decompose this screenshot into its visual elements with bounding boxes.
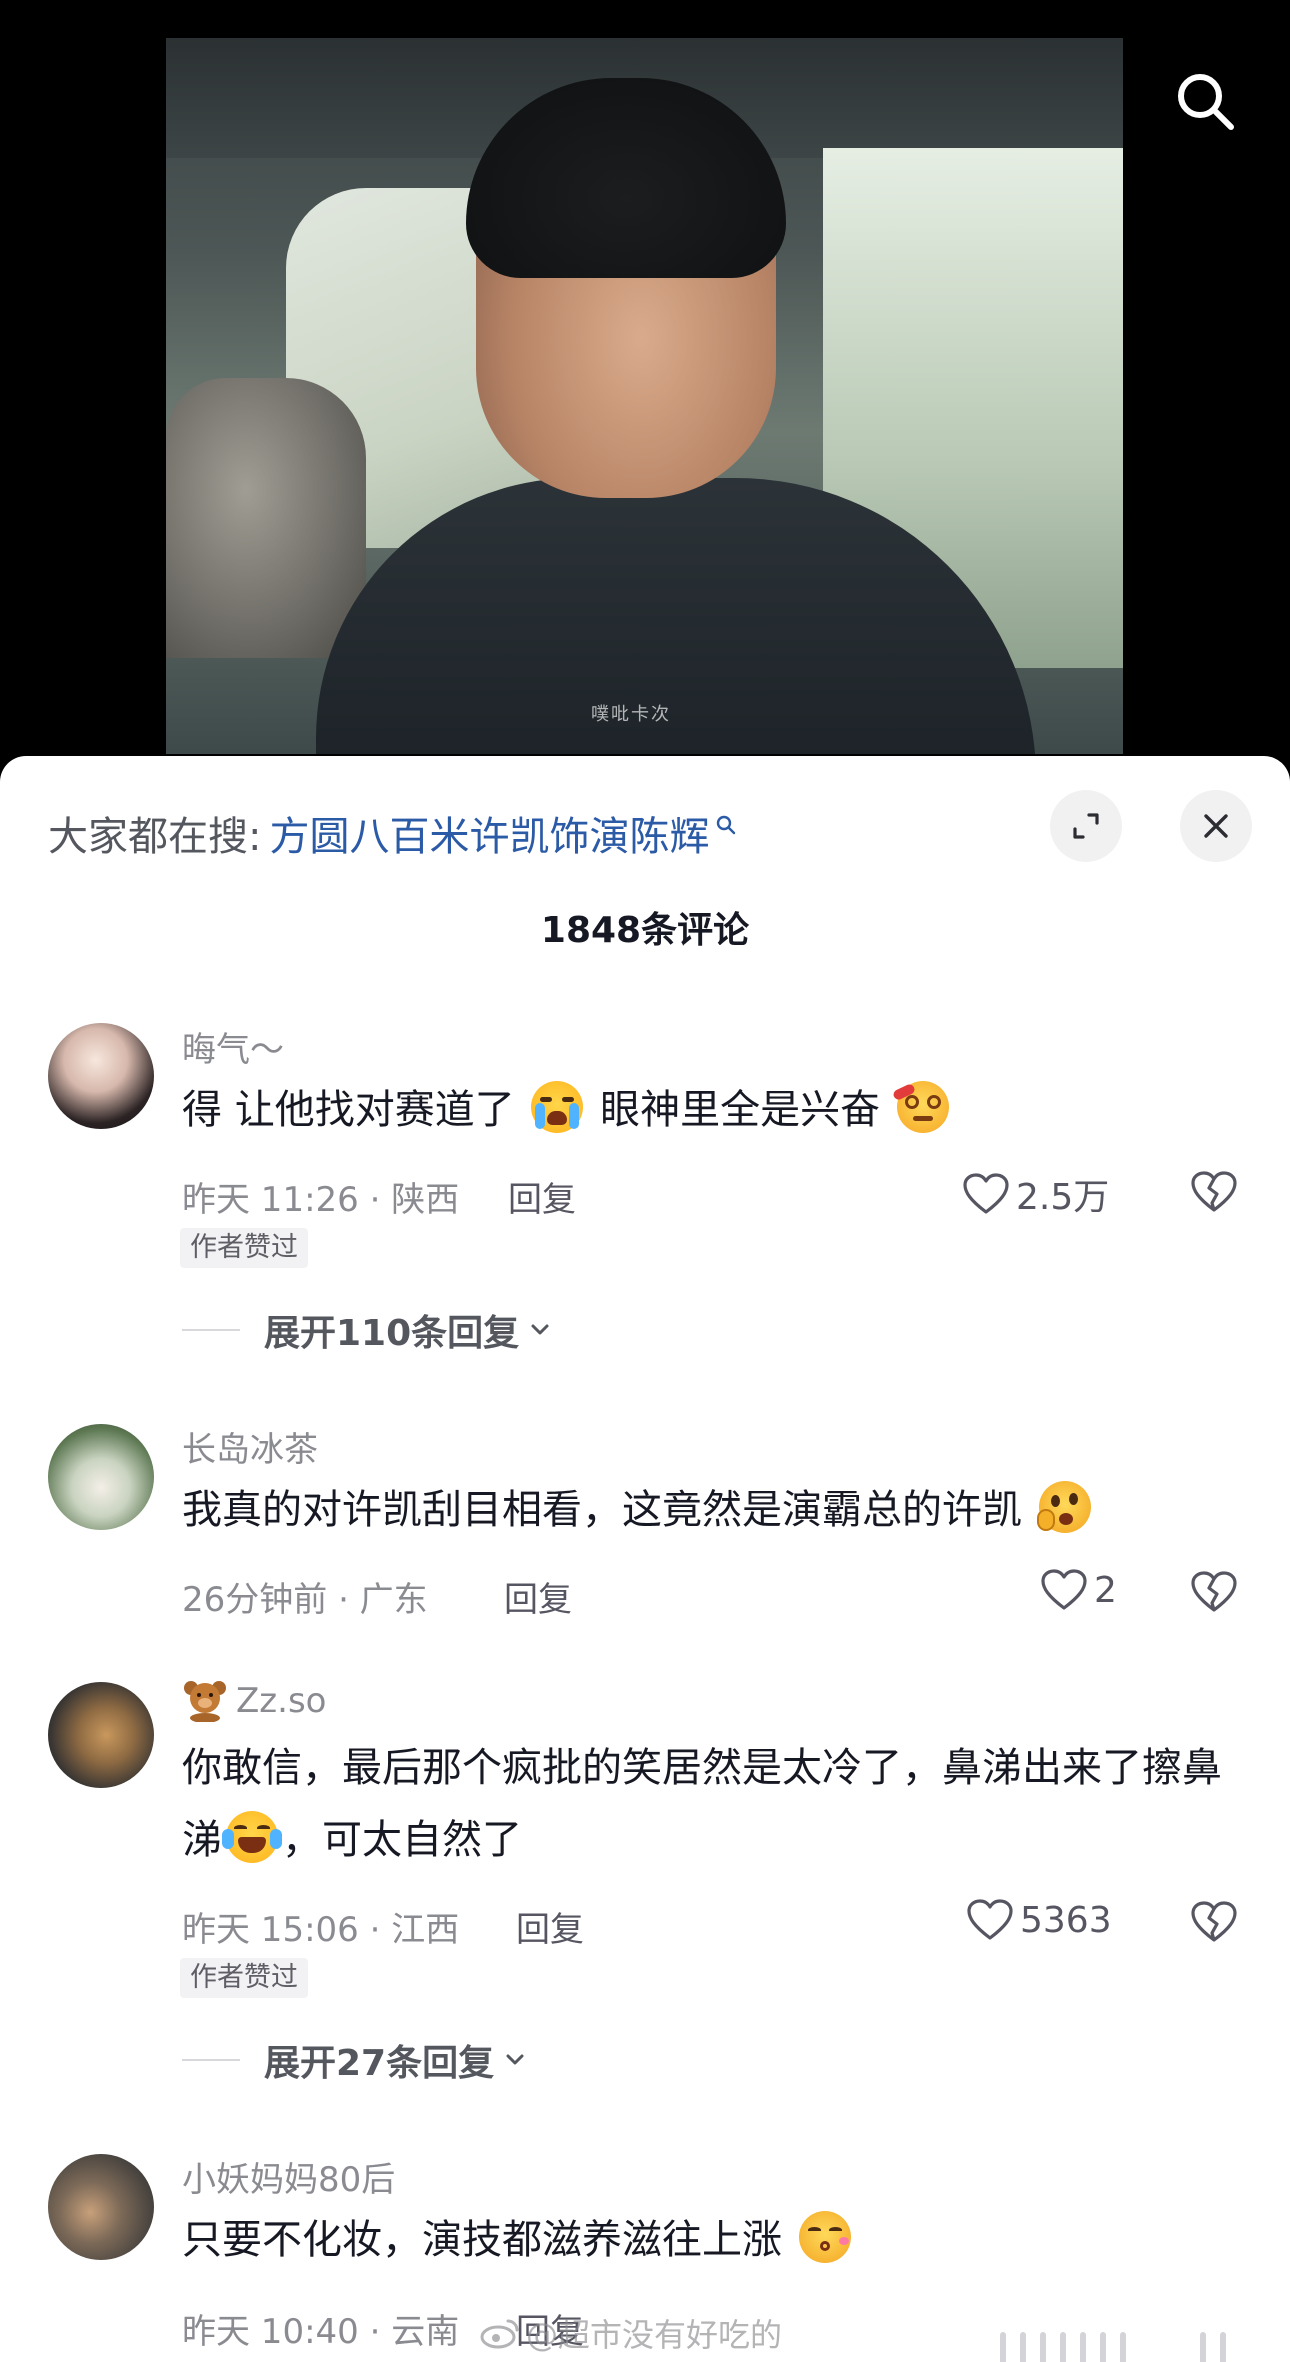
dislike-button[interactable] bbox=[1188, 1166, 1240, 1218]
chevron-down-icon bbox=[531, 1324, 549, 1335]
teddy-bear-icon bbox=[182, 1680, 228, 1723]
comment-time-location: 昨天 11:26 · 陕西 bbox=[182, 1180, 460, 1220]
like-count: 5363 bbox=[1020, 1899, 1112, 1941]
expand-replies-label: 展开110条回复 bbox=[264, 1313, 520, 1354]
close-icon bbox=[1204, 814, 1228, 838]
reply-button[interactable]: 回复 bbox=[504, 1572, 572, 1621]
comment-username[interactable]: 晦气～ bbox=[182, 1022, 284, 1071]
like-button[interactable]: 2 bbox=[1040, 1568, 1117, 1612]
search-button[interactable] bbox=[1170, 66, 1240, 136]
expand-replies-button[interactable]: 展开110条回复 bbox=[182, 1304, 553, 1356]
hot-search-icon bbox=[717, 815, 736, 835]
broken-heart-icon bbox=[1191, 1901, 1237, 1942]
comment-text-part: ，可太自然了 bbox=[282, 1817, 522, 1863]
avatar[interactable] bbox=[48, 1023, 154, 1129]
heart-icon bbox=[967, 1899, 1013, 1940]
expand-replies-button[interactable]: 展开27条回复 bbox=[182, 2034, 528, 2086]
comment-count: 1848条评论 bbox=[540, 910, 750, 951]
hot-search-term[interactable]: 方圆八百米许凯饰演陈辉 bbox=[269, 804, 709, 862]
heart-icon bbox=[963, 1173, 1009, 1214]
chevron-down-icon bbox=[506, 2054, 524, 2065]
loudly-crying-face-icon bbox=[531, 1081, 584, 1133]
comment-username[interactable]: 小妖妈妈80后 bbox=[182, 2152, 395, 2201]
footer-watermark: @超市没有好吃的 bbox=[480, 2310, 782, 2356]
close-panel-button[interactable] bbox=[1180, 790, 1252, 862]
comment-username[interactable]: 长岛冰茶 bbox=[182, 1422, 318, 1471]
broken-heart-icon bbox=[1191, 1571, 1237, 1612]
comment-time-location: 26分钟前 · 广东 bbox=[182, 1580, 428, 1620]
weibo-logo-icon bbox=[480, 2319, 519, 2349]
author-liked-badge: 作者赞过 bbox=[180, 1228, 308, 1268]
footer-decoration bbox=[1200, 2332, 1226, 2362]
comment-text: 我真的对许凯刮目相看，这竟然是演霸总的许凯 bbox=[182, 1474, 1242, 1546]
comment-panel: 大家都在搜: 方圆八百米许凯饰演陈辉 1848条评论 晦气～ 得 让他找对赛道了… bbox=[0, 756, 1290, 2362]
like-button[interactable]: 5363 bbox=[966, 1898, 1112, 1942]
broken-heart-icon bbox=[1191, 1171, 1237, 1212]
footer-watermark-text: @超市没有好吃的 bbox=[526, 2316, 783, 2354]
video-frame[interactable]: 噗吡卡次 bbox=[166, 38, 1123, 754]
heart-icon bbox=[1041, 1569, 1087, 1610]
hot-search-bar[interactable]: 大家都在搜: 方圆八百米许凯饰演陈辉 bbox=[48, 804, 737, 862]
comment-text-part: 我真的对许凯刮目相看，这竟然是演霸总的许凯 bbox=[182, 1487, 1022, 1533]
expand-icon bbox=[1073, 813, 1099, 839]
comment-time-location: 昨天 15:06 · 江西 bbox=[182, 1910, 460, 1950]
comment-time-location: 昨天 10:40 · 云南 bbox=[182, 2312, 460, 2352]
comment-text-part: 只要不化妆，演技都滋养滋往上涨 bbox=[182, 2217, 782, 2263]
divider bbox=[182, 1329, 240, 1331]
comment-text: 你敢信，最后那个疯批的笑居然是太冷了，鼻涕出来了擦鼻涕 ，可太自然了 bbox=[182, 1732, 1242, 1876]
video-watermark: 噗吡卡次 bbox=[591, 704, 671, 725]
expand-replies-label: 展开27条回复 bbox=[264, 2043, 495, 2084]
author-liked-badge: 作者赞过 bbox=[180, 1958, 308, 1998]
video-player[interactable]: 噗吡卡次 bbox=[0, 0, 1290, 780]
comment-text: 只要不化妆，演技都滋养滋往上涨 bbox=[182, 2204, 1242, 2276]
dislike-button[interactable] bbox=[1188, 1566, 1240, 1618]
thinking-face-icon bbox=[1036, 1481, 1091, 1533]
footer-decoration bbox=[1000, 2332, 1126, 2362]
comment-username-row[interactable]: Zz.so bbox=[182, 1680, 327, 1723]
divider bbox=[182, 2059, 240, 2061]
reply-button[interactable]: 回复 bbox=[516, 1902, 584, 1951]
video-scene-seat bbox=[166, 378, 366, 658]
reply-button[interactable]: 回复 bbox=[508, 1172, 576, 1221]
avatar[interactable] bbox=[48, 1424, 154, 1530]
dislike-button[interactable] bbox=[1188, 1896, 1240, 1948]
comment-text-part: 得 让他找对赛道了 bbox=[182, 1087, 515, 1133]
like-count: 2.5万 bbox=[1016, 1177, 1110, 1218]
like-button[interactable]: 2.5万 bbox=[962, 1168, 1109, 1220]
comment-text: 得 让他找对赛道了 眼神里全是兴奋 bbox=[182, 1074, 1242, 1146]
kissing-face-icon bbox=[798, 2211, 851, 2263]
comment-text-part: 眼神里全是兴奋 bbox=[600, 1087, 881, 1133]
face-with-tears-of-joy-icon bbox=[222, 1811, 282, 1863]
hot-search-prefix: 大家都在搜: bbox=[48, 814, 262, 860]
woozy-face-icon bbox=[891, 1081, 949, 1133]
expand-panel-button[interactable] bbox=[1050, 790, 1122, 862]
search-icon bbox=[1178, 74, 1234, 130]
avatar[interactable] bbox=[48, 2154, 154, 2260]
like-count: 2 bbox=[1094, 1569, 1117, 1611]
comment-username: Zz.so bbox=[236, 1681, 327, 1721]
comment-panel-header: 大家都在搜: 方圆八百米许凯饰演陈辉 1848条评论 bbox=[0, 756, 1290, 956]
avatar[interactable] bbox=[48, 1682, 154, 1788]
